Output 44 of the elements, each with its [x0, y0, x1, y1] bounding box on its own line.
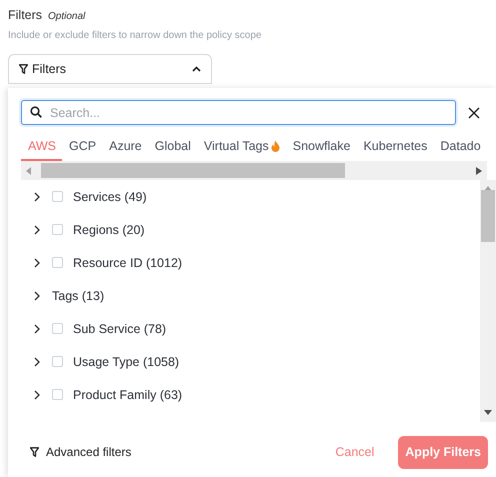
scroll-right-icon[interactable]	[476, 166, 482, 174]
filter-category[interactable]: Usage Type (1058)	[73, 354, 180, 368]
checkbox[interactable]	[52, 224, 63, 235]
scrollbar-thumb[interactable]	[481, 190, 495, 242]
advanced-filters-link[interactable]: Advanced filters	[46, 445, 132, 459]
optional-label: Optional	[48, 11, 86, 22]
chevron-icon[interactable]	[34, 224, 40, 234]
provider-tab[interactable]: Azure	[102, 135, 148, 161]
section-title: Filters	[8, 8, 42, 22]
chevron-icon[interactable]	[34, 390, 40, 400]
filters-dropdown[interactable]: Filters	[8, 54, 212, 84]
checkbox[interactable]	[52, 257, 63, 268]
scroll-left-icon[interactable]	[26, 166, 32, 174]
close-icon[interactable]	[468, 106, 480, 118]
filter-category[interactable]: Resource ID (1012)	[73, 256, 182, 270]
filter-icon	[19, 64, 28, 74]
filter-category[interactable]: Sub Service (78)	[73, 322, 166, 336]
horizontal-scrollbar[interactable]	[21, 161, 487, 180]
chevron-icon[interactable]	[34, 290, 40, 300]
caret-icon	[192, 66, 201, 72]
provider-tab[interactable]: Global	[148, 135, 197, 161]
filter-category[interactable]: Regions (20)	[73, 222, 145, 236]
chevron-icon[interactable]	[34, 324, 40, 334]
provider-tab[interactable]: Snowflake	[286, 135, 356, 161]
chevron-icon[interactable]	[34, 192, 40, 202]
provider-tab[interactable]: Kubernetes	[356, 135, 434, 161]
filter-category[interactable]: Product Family (63)	[73, 388, 182, 402]
scrollbar-thumb[interactable]	[41, 163, 345, 178]
filter-icon	[30, 447, 39, 457]
scroll-down-icon[interactable]	[484, 410, 492, 416]
provider-tab[interactable]: Datado	[433, 135, 487, 161]
checkbox[interactable]	[52, 356, 63, 367]
chevron-icon[interactable]	[34, 258, 40, 268]
checkbox[interactable]	[52, 389, 63, 400]
section-description: Include or exclude filters to narrow down the policy scope	[8, 30, 262, 41]
provider-tab[interactable]: Virtual Tags	[196, 135, 286, 161]
filter-category[interactable]: Tags (13)	[52, 288, 104, 302]
checkbox[interactable]	[52, 323, 63, 334]
filter-category[interactable]: Services (49)	[73, 190, 147, 204]
chevron-icon[interactable]	[34, 356, 40, 366]
search-field[interactable]: Search...	[21, 100, 456, 125]
vertical-scrollbar[interactable]	[480, 180, 496, 422]
provider-tab[interactable]: GCP	[62, 135, 102, 161]
checkbox[interactable]	[52, 191, 63, 202]
